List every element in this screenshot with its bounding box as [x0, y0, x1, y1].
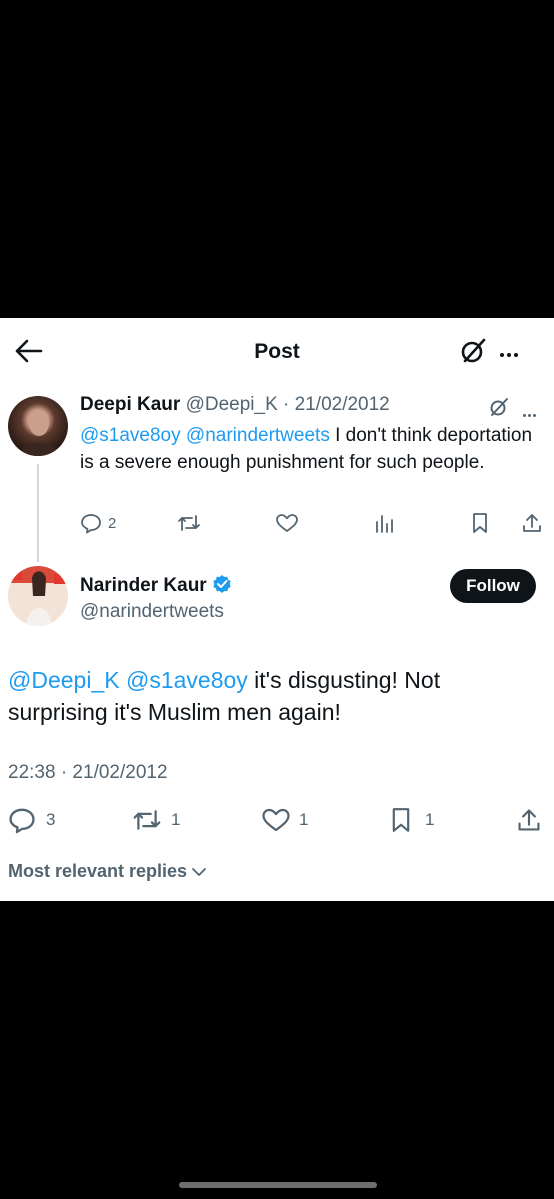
mention-link[interactable]: @s1ave8oy: [126, 667, 248, 693]
more-options-icon[interactable]: [500, 344, 521, 362]
grok-icon[interactable]: [458, 336, 488, 366]
mention-link[interactable]: @narindertweets: [186, 425, 330, 446]
repost-button[interactable]: [176, 511, 202, 535]
bookmark-icon: [473, 513, 487, 533]
tweet-header: Deepi Kaur @Deepi_K · 21/02/2012: [80, 394, 390, 416]
repost-icon: [133, 810, 161, 830]
share-icon: [523, 514, 541, 532]
reply-icon: [81, 514, 101, 534]
like-button[interactable]: [275, 511, 299, 535]
like-button[interactable]: 1: [261, 805, 308, 835]
like-count: 1: [299, 810, 309, 829]
author-handle[interactable]: @Deepi_K: [186, 394, 278, 415]
reply-button[interactable]: 3: [8, 805, 55, 835]
repost-button[interactable]: 1: [131, 805, 180, 835]
reply-icon: [9, 808, 35, 834]
reply-count: 2: [108, 514, 117, 532]
avatar[interactable]: [8, 566, 68, 626]
tweet-date[interactable]: 21/02/2012: [295, 394, 390, 415]
tweet-timestamp[interactable]: 22:38 · 21/02/2012: [8, 762, 168, 784]
heart-icon: [276, 514, 298, 532]
repost-count: 1: [171, 810, 181, 829]
share-icon: [518, 809, 540, 831]
grok-icon[interactable]: [488, 396, 510, 418]
mention-link[interactable]: @Deepi_K: [8, 667, 120, 693]
replies-filter-label: Most relevant replies: [8, 861, 188, 881]
tweet-text: @s1ave8oy @narindertweets I don't think …: [80, 422, 540, 476]
home-indicator[interactable]: [179, 1182, 377, 1188]
share-button[interactable]: [516, 805, 542, 835]
analytics-icon: [376, 515, 393, 533]
heart-icon: [262, 808, 290, 832]
author-name-row: Narinder Kaur: [80, 574, 232, 597]
repost-icon: [178, 515, 200, 531]
chevron-down-icon: [192, 867, 206, 876]
author-name[interactable]: Narinder Kaur: [80, 575, 207, 596]
bookmark-icon: [392, 808, 410, 832]
views-button[interactable]: [373, 511, 395, 535]
thread-connector: [37, 464, 39, 562]
mention-link[interactable]: @s1ave8oy: [80, 425, 181, 446]
tweet-text: @Deepi_K @s1ave8oy it's disgusting! Not …: [8, 664, 538, 728]
avatar[interactable]: [8, 396, 68, 456]
share-button[interactable]: [521, 511, 543, 535]
replies-filter-dropdown[interactable]: Most relevant replies: [8, 861, 207, 882]
author-name[interactable]: Deepi Kaur: [80, 394, 180, 415]
verified-badge-icon: [213, 575, 231, 593]
separator-dot: ·: [277, 394, 295, 415]
reply-count: 3: [46, 810, 56, 829]
bookmark-button[interactable]: [470, 511, 490, 535]
bookmark-button[interactable]: 1: [389, 805, 434, 835]
reply-button[interactable]: 2: [80, 511, 116, 535]
post-panel: Post Deepi Kaur @Deepi_K · 21/02/2012 @s…: [0, 318, 554, 901]
author-handle[interactable]: @narindertweets: [80, 601, 224, 623]
more-options-icon[interactable]: [523, 404, 538, 422]
bookmark-count: 1: [425, 810, 435, 829]
follow-button[interactable]: Follow: [450, 569, 536, 603]
